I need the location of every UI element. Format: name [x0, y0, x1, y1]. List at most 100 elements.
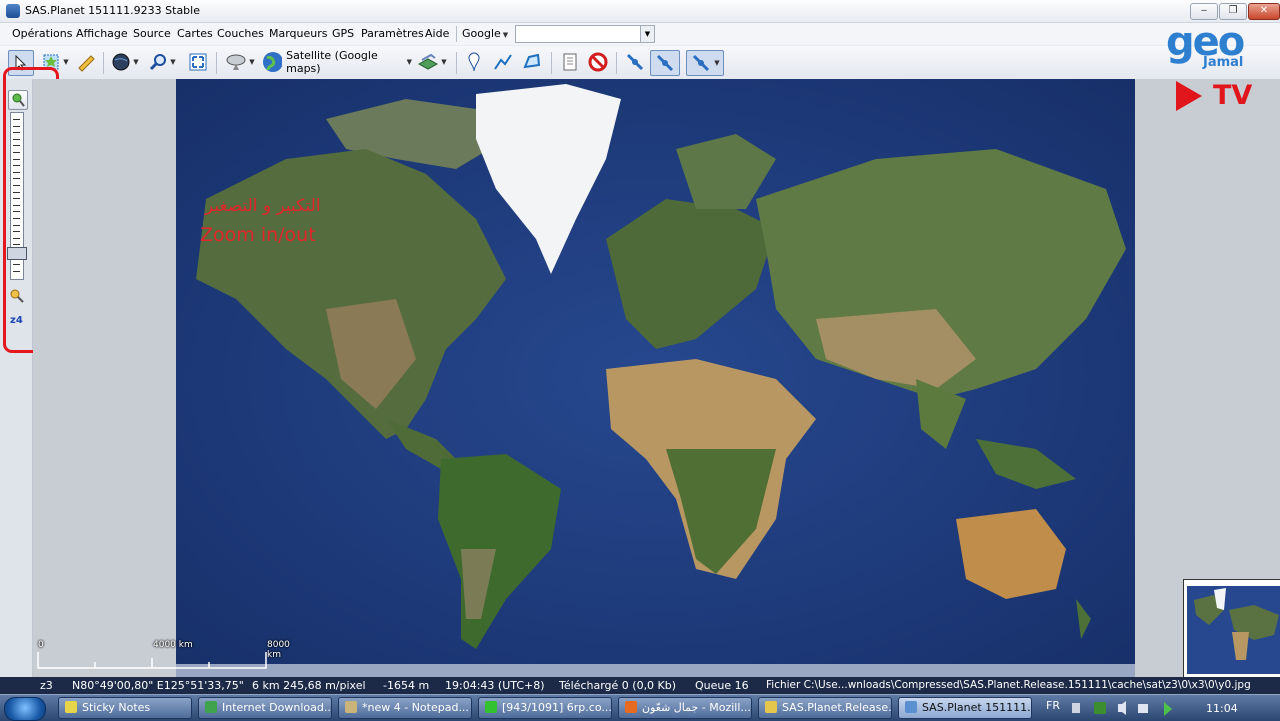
chevron-down-icon: ▼: [714, 59, 720, 67]
earth-icon: [263, 52, 283, 72]
status-queue: Queue 16: [695, 679, 749, 692]
satellite-source-button[interactable]: ▼: [222, 50, 258, 74]
globe-button[interactable]: ▼: [108, 50, 142, 74]
task-app-icon: [765, 701, 777, 713]
taskbar-item-label: SAS.Planet 151111...: [922, 701, 1032, 714]
ruler-tool-button[interactable]: [74, 50, 98, 74]
zoom-tick: [13, 224, 20, 226]
taskbar-item[interactable]: جمال شعّون - Mozill...: [618, 697, 752, 719]
task-app-icon: [485, 701, 497, 713]
satellite-icon: [656, 54, 674, 72]
taskbar-item-label: جمال شعّون - Mozill...: [642, 701, 751, 714]
zoom-tool-button[interactable]: ▼: [145, 50, 179, 74]
menu-marqueurs[interactable]: Marqueurs: [269, 27, 328, 40]
toolbar-separator: [103, 52, 104, 74]
hide-placemarks-button[interactable]: [585, 50, 611, 74]
add-placemark-button[interactable]: [462, 50, 486, 74]
chevron-down-icon: ▼: [133, 58, 139, 66]
menu-source[interactable]: Source: [133, 27, 171, 40]
selection-tool-button[interactable]: ▼: [38, 50, 72, 74]
chevron-down-icon: ▼: [406, 58, 412, 66]
status-resolution: 6 km 245,68 m/pixel: [252, 679, 366, 692]
path-icon: [494, 54, 512, 70]
polygon-icon: [523, 53, 541, 69]
menu-couches[interactable]: Couches: [217, 27, 264, 40]
zoom-tick: [13, 270, 20, 272]
map-type-label: Satellite (Google maps): [286, 49, 378, 75]
play-icon: [1176, 81, 1202, 111]
zoom-tick: [13, 211, 20, 213]
add-polygon-button[interactable]: [519, 50, 545, 74]
menu-gps[interactable]: GPS: [332, 27, 354, 40]
satellite-icon: [626, 53, 644, 71]
map-source-label: Google: [462, 27, 501, 40]
gps-track-button[interactable]: [650, 50, 680, 76]
zoom-tick: [13, 264, 20, 266]
taskbar-item[interactable]: Internet Download...: [198, 697, 332, 719]
start-button[interactable]: [4, 697, 46, 721]
chevron-down-icon[interactable]: ▼: [640, 26, 654, 42]
status-downloaded: Téléchargé 0 (0,0 Kb): [559, 679, 677, 692]
gps-connect-button[interactable]: [622, 50, 648, 74]
minimize-button[interactable]: ‒: [1190, 3, 1218, 20]
layers-icon: [418, 53, 439, 70]
network-icon: [1138, 704, 1148, 713]
zoom-out-button[interactable]: [8, 288, 26, 304]
globe-icon: [112, 53, 130, 71]
satellite-icon: [693, 54, 710, 72]
map-source-select[interactable]: Google ▼: [462, 25, 512, 42]
toolbar: ▼ ▼ ▼ ▼ Satellite (Google maps) ▼ ▼ ▼: [0, 46, 1280, 80]
taskbar-item[interactable]: *new 4 - Notepad...: [338, 697, 472, 719]
chevron-down-icon: ▼: [441, 58, 447, 66]
task-app-icon: [625, 701, 637, 713]
task-app-icon: [205, 701, 217, 713]
zoom-tick: [13, 119, 20, 120]
zoom-tick: [13, 218, 20, 219]
status-coordinates: N80°49'00,80" E125°51'33,75": [72, 679, 244, 692]
menu-affichage[interactable]: Affichage: [76, 27, 128, 40]
task-app-icon: [65, 701, 77, 713]
taskbar-item[interactable]: [943/1091] 6rp.co...: [478, 697, 612, 719]
taskbar-item[interactable]: Sticky Notes: [58, 697, 192, 719]
menu-separator: [456, 26, 457, 42]
tray-app-icon: [1164, 702, 1172, 716]
taskbar-item[interactable]: SAS.Planet.Release....: [758, 697, 892, 719]
status-altitude: -1654 m: [383, 679, 430, 692]
zoom-tick: [13, 198, 20, 200]
zoom-in-button[interactable]: [8, 90, 28, 110]
taskbar-item-label: Internet Download...: [222, 701, 332, 714]
zoom-tick: [13, 185, 20, 186]
fullscreen-icon: [189, 53, 207, 71]
toolbar-separator: [616, 52, 617, 74]
menu-aide[interactable]: Aide: [425, 27, 449, 40]
zoom-tick: [13, 165, 20, 167]
zoom-tick: [13, 152, 20, 153]
close-button[interactable]: ✕: [1248, 3, 1280, 20]
placemark-manager-button[interactable]: [557, 50, 583, 74]
menu-operations[interactable]: Opérations: [12, 27, 72, 40]
pointer-tool-button[interactable]: [8, 50, 34, 76]
chevron-down-icon: ▼: [63, 58, 69, 66]
taskbar-item-label: SAS.Planet.Release....: [782, 701, 892, 714]
map-type-select[interactable]: Satellite (Google maps) ▼: [262, 49, 412, 75]
chevron-down-icon: ▼: [249, 58, 255, 66]
fullscreen-button[interactable]: [186, 50, 210, 74]
zoom-slider-handle[interactable]: [7, 247, 27, 260]
satellite-map[interactable]: [176, 79, 1135, 677]
add-path-button[interactable]: [490, 50, 516, 74]
magnifier-icon: [150, 54, 167, 71]
zoom-tick: [13, 191, 20, 193]
minimap[interactable]: [1183, 579, 1280, 679]
menu-cartes[interactable]: Cartes: [177, 27, 213, 40]
gps-center-button[interactable]: ▼: [686, 50, 724, 76]
status-time: 19:04:43 (UTC+8): [445, 679, 545, 692]
taskbar-item[interactable]: SAS.Planet 151111...: [898, 697, 1032, 719]
zoom-tick: [13, 244, 20, 246]
menu-parametres[interactable]: Paramètres: [361, 27, 424, 40]
maximize-button[interactable]: ❐: [1219, 3, 1247, 20]
clock[interactable]: 11:04: [1206, 702, 1238, 715]
app-icon: [6, 4, 20, 18]
language-indicator[interactable]: FR: [1046, 699, 1060, 712]
layers-button[interactable]: ▼: [414, 50, 450, 74]
search-combobox[interactable]: ▼: [515, 25, 655, 43]
